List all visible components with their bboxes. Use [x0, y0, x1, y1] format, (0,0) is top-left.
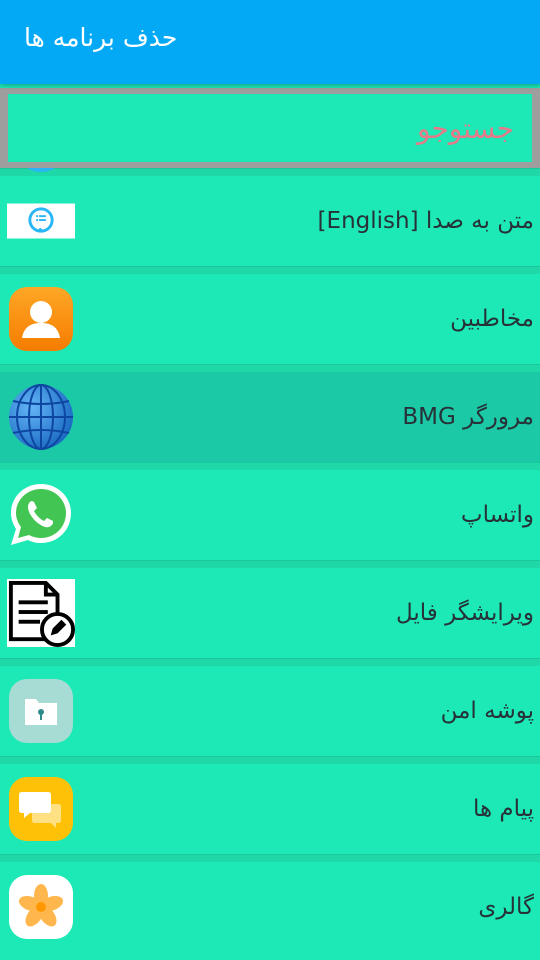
app-label: ویرایشگر فایل	[395, 600, 534, 626]
divider	[0, 168, 540, 176]
divider	[0, 364, 540, 372]
app-item-whatsapp[interactable]: واتساپ	[0, 470, 540, 560]
divider	[0, 266, 540, 274]
tts-speech-icon	[7, 186, 75, 256]
messages-icon	[7, 774, 75, 844]
app-label: مخاطبین	[450, 306, 534, 332]
divider	[0, 854, 540, 862]
app-list[interactable]: متن به صدا [English] مخاطبین مرورگر BMG …	[0, 168, 540, 960]
page-title: حذف برنامه ها	[24, 23, 178, 52]
file-editor-icon	[7, 578, 75, 648]
app-label: گالری	[478, 894, 534, 920]
search-bar	[0, 88, 540, 168]
divider	[0, 462, 540, 470]
app-item-browser[interactable]: مرورگر BMG	[0, 372, 540, 462]
divider	[0, 756, 540, 764]
app-item-messages[interactable]: پیام ها	[0, 764, 540, 854]
divider	[0, 560, 540, 568]
divider	[0, 658, 540, 666]
app-label: متن به صدا [English]	[317, 208, 534, 234]
app-bar: حذف برنامه ها	[0, 0, 540, 84]
app-item-secure-folder[interactable]: پوشه امن	[0, 666, 540, 756]
app-label: پوشه امن	[440, 698, 534, 724]
app-item-contacts[interactable]: مخاطبین	[0, 274, 540, 364]
globe-browser-icon	[7, 382, 75, 452]
secure-folder-icon	[7, 676, 75, 746]
contacts-icon	[7, 284, 75, 354]
app-item-gallery[interactable]: گالری	[0, 862, 540, 952]
search-input[interactable]	[8, 94, 532, 162]
app-label: واتساپ	[460, 502, 534, 528]
gallery-icon	[7, 872, 75, 942]
app-item-tts[interactable]: متن به صدا [English]	[0, 176, 540, 266]
app-label: پیام ها	[472, 796, 534, 822]
app-item-file-editor[interactable]: ویرایشگر فایل	[0, 568, 540, 658]
app-label: مرورگر BMG	[402, 404, 534, 430]
whatsapp-icon	[7, 480, 75, 550]
